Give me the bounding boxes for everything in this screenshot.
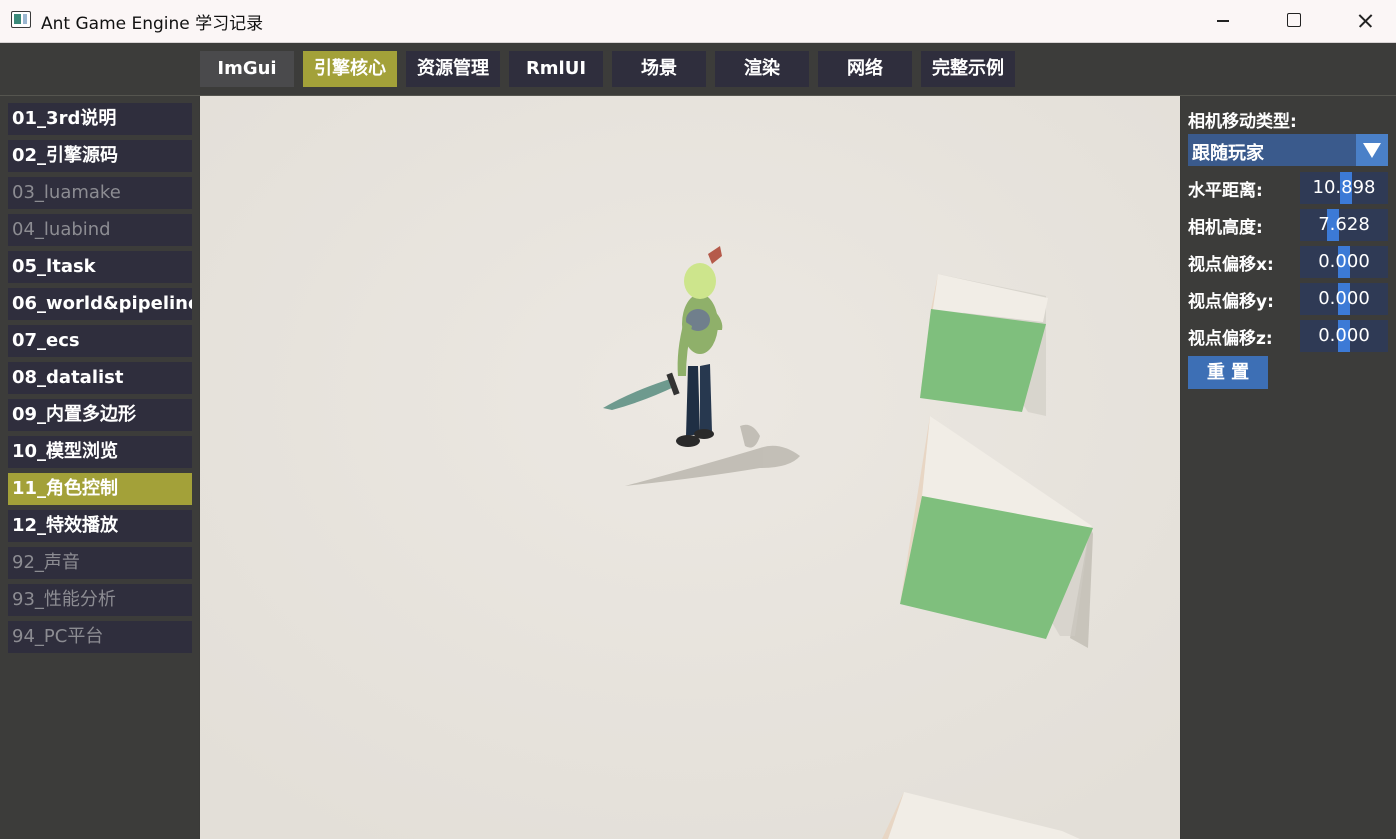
view-offset-x-label: 视点偏移x: xyxy=(1188,255,1274,275)
sidebar-item-ltask[interactable]: 05_ltask xyxy=(8,251,192,283)
view-offset-x-value: 0.000 xyxy=(1318,251,1370,272)
app-icon xyxy=(11,11,31,28)
camera-type-label: 相机移动类型: xyxy=(1188,112,1297,132)
camera-settings-panel: 相机移动类型: 跟随玩家 水平距离: 10.898 相机高度: 7.628 视点… xyxy=(1181,96,1396,839)
3d-viewport[interactable] xyxy=(200,96,1180,839)
horizontal-distance-slider[interactable]: 10.898 xyxy=(1300,172,1388,204)
view-offset-z-value: 0.000 xyxy=(1318,325,1370,346)
camera-height-slider[interactable]: 7.628 xyxy=(1300,209,1388,241)
sidebar-item-profiling[interactable]: 93_性能分析 xyxy=(8,584,192,616)
sidebar-item-engine-source[interactable]: 02_引擎源码 xyxy=(8,140,192,172)
minimize-button[interactable] xyxy=(1188,0,1258,42)
tab-imgui[interactable]: ImGui xyxy=(200,51,294,87)
camera-height-value: 7.628 xyxy=(1318,214,1370,235)
maximize-button[interactable] xyxy=(1259,0,1329,42)
tab-engine-core[interactable]: 引擎核心 xyxy=(303,51,397,87)
view-offset-x-slider[interactable]: 0.000 xyxy=(1300,246,1388,278)
reset-button[interactable]: 重 置 xyxy=(1188,356,1268,389)
sidebar-item-effects[interactable]: 12_特效播放 xyxy=(8,510,192,542)
sidebar-item-luabind[interactable]: 04_luabind xyxy=(8,214,192,246)
tab-render[interactable]: 渲染 xyxy=(715,51,809,87)
sidebar-item-3rd[interactable]: 01_3rd说明 xyxy=(8,103,192,135)
camera-height-label: 相机高度: xyxy=(1188,218,1263,238)
view-offset-y-label: 视点偏移y: xyxy=(1188,292,1274,312)
view-offset-y-slider[interactable]: 0.000 xyxy=(1300,283,1388,315)
green-cube xyxy=(920,274,1048,416)
scene-render xyxy=(200,96,1180,839)
title-bar: Ant Game Engine 学习记录 xyxy=(0,0,1396,43)
tab-scene[interactable]: 场景 xyxy=(612,51,706,87)
view-offset-z-slider[interactable]: 0.000 xyxy=(1300,320,1388,352)
sidebar-item-world-pipeline[interactable]: 06_world&pipeline xyxy=(8,288,192,320)
sidebar-item-pc-platform[interactable]: 94_PC平台 xyxy=(8,621,192,653)
close-button[interactable] xyxy=(1330,0,1396,42)
horizontal-distance-value: 10.898 xyxy=(1312,177,1376,198)
tab-full-examples[interactable]: 完整示例 xyxy=(921,51,1015,87)
view-offset-z-label: 视点偏移z: xyxy=(1188,329,1273,349)
window-title: Ant Game Engine 学习记录 xyxy=(41,14,264,34)
sidebar-item-sound[interactable]: 92_声音 xyxy=(8,547,192,579)
sidebar-item-character-control[interactable]: 11_角色控制 xyxy=(8,473,192,505)
tab-network[interactable]: 网络 xyxy=(818,51,912,87)
dropdown-arrow-icon[interactable] xyxy=(1356,134,1388,166)
horizontal-distance-label: 水平距离: xyxy=(1188,181,1263,201)
sidebar-item-polygons[interactable]: 09_内置多边形 xyxy=(8,399,192,431)
sidebar-item-ecs[interactable]: 07_ecs xyxy=(8,325,192,357)
tab-resource-management[interactable]: 资源管理 xyxy=(406,51,500,87)
camera-type-value: 跟随玩家 xyxy=(1192,143,1264,164)
tab-rmlui[interactable]: RmlUI xyxy=(509,51,603,87)
sidebar-item-model-browser[interactable]: 10_模型浏览 xyxy=(8,436,192,468)
camera-type-select[interactable]: 跟随玩家 xyxy=(1188,134,1388,166)
view-offset-y-value: 0.000 xyxy=(1318,288,1370,309)
category-tab-bar: ImGui 引擎核心 资源管理 RmlUI 场景 渲染 网络 完整示例 xyxy=(0,43,1396,96)
sidebar: 01_3rd说明 02_引擎源码 03_luamake 04_luabind 0… xyxy=(0,96,199,839)
sidebar-item-luamake[interactable]: 03_luamake xyxy=(8,177,192,209)
sidebar-item-datalist[interactable]: 08_datalist xyxy=(8,362,192,394)
